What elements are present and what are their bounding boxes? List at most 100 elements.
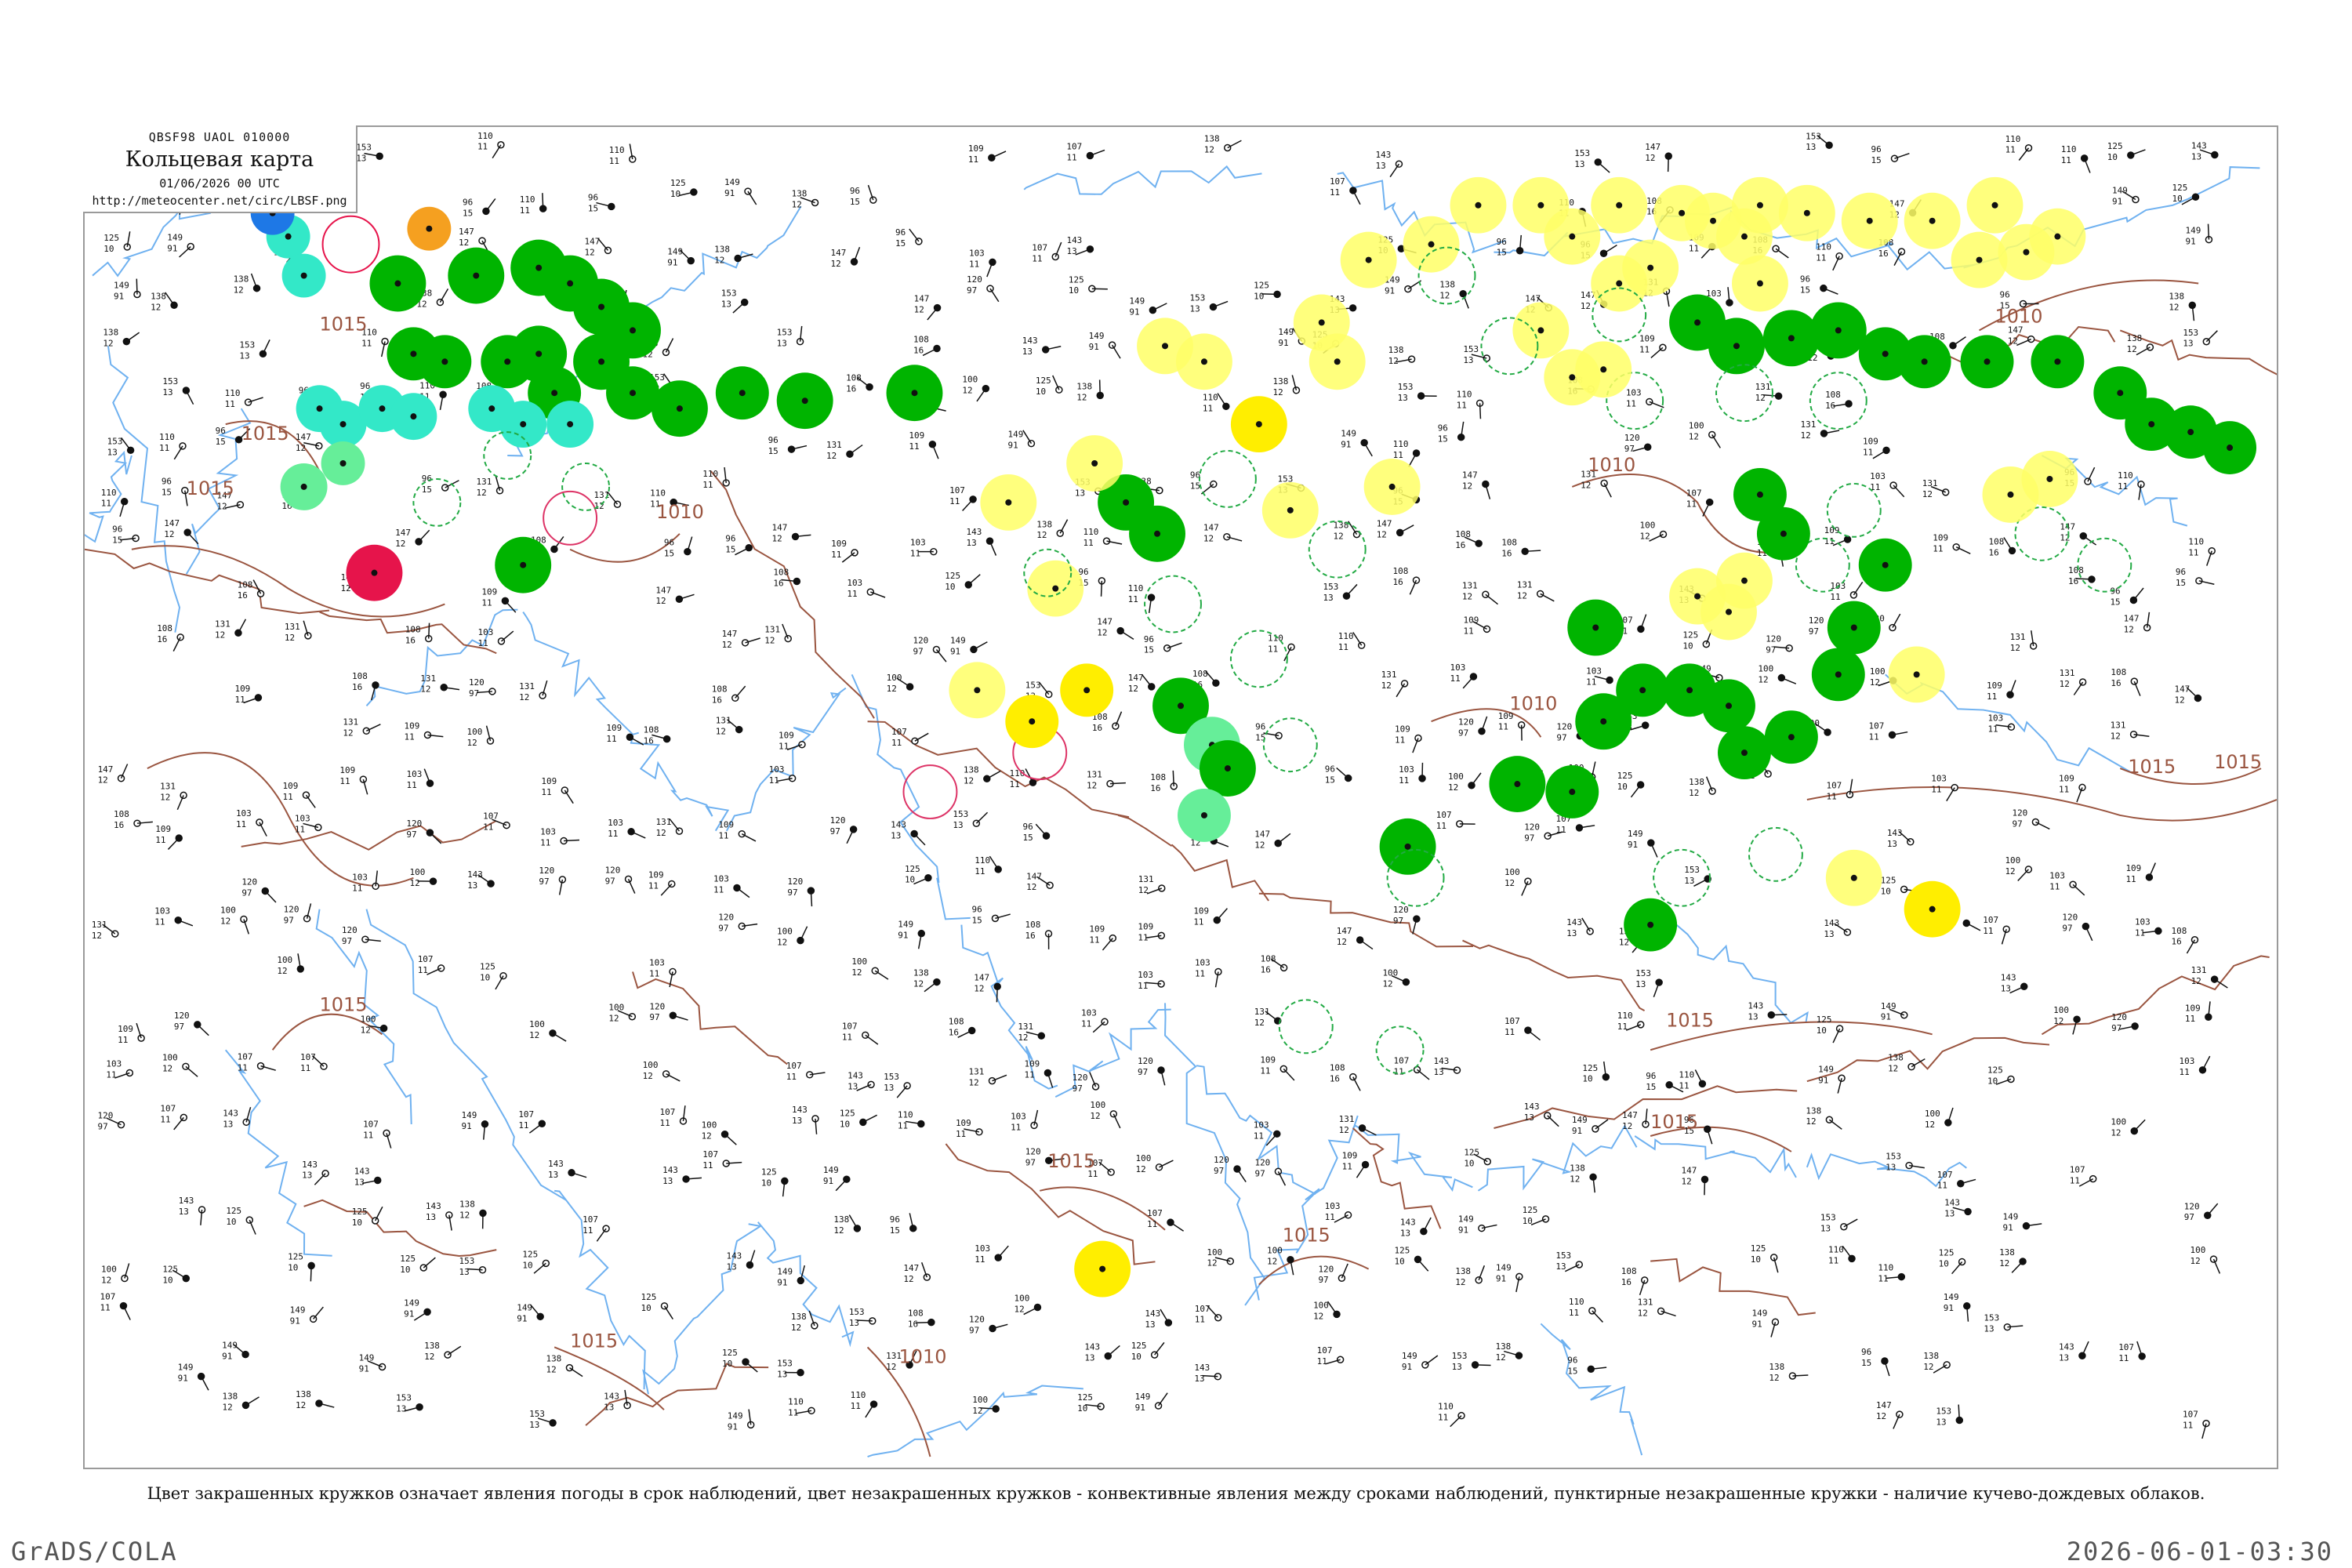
station-pressure: 110 bbox=[1128, 583, 1144, 593]
station-wind-barb bbox=[989, 540, 997, 556]
station-plot: 10012 bbox=[1504, 867, 1532, 896]
isobar-0 bbox=[147, 752, 414, 887]
station-temp: 11 bbox=[702, 480, 713, 490]
station-pressure: 107 bbox=[1826, 781, 1842, 791]
station-pressure: 120 bbox=[969, 1315, 985, 1325]
station-plot: 9615 bbox=[850, 184, 877, 207]
station-pressure: 100 bbox=[1925, 1109, 1940, 1119]
station-pressure: 110 bbox=[1679, 1069, 1694, 1080]
station-pressure: 108 bbox=[157, 623, 172, 633]
station-wind-barb bbox=[666, 1073, 681, 1082]
station-wind-barb bbox=[1828, 1119, 1842, 1130]
station-plot: 12097 bbox=[539, 866, 567, 895]
station-wind-barb bbox=[735, 547, 750, 556]
weather-circle-center-43 bbox=[1200, 811, 1207, 818]
station-temp: 12 bbox=[103, 339, 113, 349]
station-plot: 10012 bbox=[608, 1003, 637, 1024]
station-temp: 13 bbox=[1398, 393, 1408, 403]
station-temp: 12 bbox=[1581, 480, 1591, 490]
station-pressure: 107 bbox=[1983, 915, 1998, 925]
station-temp: 11 bbox=[831, 550, 841, 560]
station-wind-barb bbox=[1172, 770, 1174, 786]
station-pressure: 149 bbox=[290, 1305, 306, 1315]
station-pressure: 149 bbox=[1458, 1214, 1474, 1225]
station-cloud-dot bbox=[2082, 922, 2090, 931]
station-temp: 91 bbox=[777, 1277, 787, 1287]
station-temp: 10 bbox=[905, 875, 915, 885]
station-temp: 12 bbox=[1334, 532, 1344, 542]
station-plot: 13112 bbox=[594, 490, 622, 511]
station-plot: 10012 bbox=[410, 867, 437, 888]
station-plot: 10816 bbox=[913, 335, 941, 357]
station-plot: 10911 bbox=[718, 820, 757, 842]
station-pressure: 120 bbox=[1556, 722, 1572, 732]
station-plot: 10816 bbox=[1330, 1063, 1361, 1091]
station-temp: 11 bbox=[540, 838, 550, 848]
station-plot: 12097 bbox=[1393, 905, 1421, 935]
station-temp: 10 bbox=[641, 1303, 652, 1313]
station-temp: 11 bbox=[339, 776, 350, 786]
station-temp: 11 bbox=[1268, 644, 1278, 654]
station-cloud-dot bbox=[869, 196, 877, 204]
station-pressure: 110 bbox=[1828, 1244, 1844, 1254]
station-pressure: 107 bbox=[2118, 1342, 2134, 1352]
station-pressure: 120 bbox=[1138, 1056, 1153, 1066]
station-plot: 11011 bbox=[2005, 134, 2033, 161]
station-plot: 9615 bbox=[664, 536, 693, 559]
weather-circle-center-86 bbox=[1052, 585, 1059, 592]
station-temp: 10 bbox=[1069, 285, 1079, 296]
station-pressure: 138 bbox=[1999, 1247, 2015, 1258]
station-plot: 10816 bbox=[2172, 926, 2199, 954]
station-temp: 11 bbox=[1987, 691, 1997, 702]
station-pressure: 153 bbox=[777, 1359, 793, 1369]
station-plot: 13812 bbox=[1388, 345, 1416, 366]
station-temp: 16 bbox=[114, 820, 124, 830]
station-wind-barb bbox=[173, 1116, 184, 1131]
isobar-label-3: 1010 bbox=[1509, 692, 1557, 714]
station-pressure: 138 bbox=[1272, 376, 1288, 387]
station-plot: 11011 bbox=[159, 432, 187, 460]
station-plot: 10012 bbox=[162, 1052, 198, 1077]
station-plot: 10012 bbox=[1758, 664, 1797, 685]
station-plot: 12097 bbox=[1318, 1263, 1348, 1285]
station-wind-barb bbox=[426, 967, 441, 975]
station-plot: 10311 bbox=[847, 578, 886, 599]
station-pressure: 96 bbox=[664, 538, 674, 548]
weather-circle-center-31 bbox=[371, 569, 378, 576]
station-temp: 12 bbox=[424, 1352, 434, 1362]
station-plot: 12097 bbox=[969, 1315, 1008, 1335]
station-temp: 97 bbox=[969, 1325, 979, 1335]
station-wind-barb bbox=[627, 879, 636, 894]
station-temp: 11 bbox=[1686, 499, 1697, 510]
station-pressure: 103 bbox=[1626, 387, 1642, 397]
station-plot: 10012 bbox=[467, 725, 495, 748]
station-pressure: 103 bbox=[1870, 471, 1886, 481]
station-temp: 12 bbox=[1026, 882, 1036, 892]
weather-circle-center-113 bbox=[1756, 280, 1763, 287]
station-wind-barb bbox=[1283, 1068, 1295, 1081]
station-plot: 12510 bbox=[670, 178, 698, 199]
station-temp: 16 bbox=[1261, 964, 1271, 975]
station-temp: 11 bbox=[956, 1129, 966, 1139]
station-wind-barb bbox=[2011, 1261, 2024, 1273]
weather-circle-center-71 bbox=[2148, 421, 2155, 428]
station-temp: 12 bbox=[913, 979, 924, 989]
station-pressure: 107 bbox=[1147, 1208, 1163, 1218]
station-temp: 13 bbox=[1635, 979, 1646, 989]
station-pressure: 109 bbox=[1933, 533, 1948, 543]
station-temp: 91 bbox=[1944, 1303, 1954, 1313]
station-pressure: 153 bbox=[777, 328, 793, 338]
station-wind-barb bbox=[200, 1376, 209, 1391]
station-temp: 91 bbox=[1007, 441, 1018, 451]
station-pressure: 125 bbox=[670, 178, 686, 188]
station-pressure: 108 bbox=[949, 1017, 964, 1027]
station-wind-barb bbox=[314, 1173, 326, 1185]
station-cloud-dot bbox=[853, 1225, 862, 1232]
station-pressure: 110 bbox=[2188, 537, 2204, 547]
station-temp: 12 bbox=[2008, 336, 2018, 347]
station-plot: 10911 bbox=[118, 1022, 145, 1045]
station-plot: 13812 bbox=[1272, 375, 1301, 397]
station-plot: 15313 bbox=[1886, 1152, 1925, 1173]
station-wind-barb bbox=[2078, 1178, 2094, 1187]
weather-circle-center-9 bbox=[598, 303, 605, 310]
